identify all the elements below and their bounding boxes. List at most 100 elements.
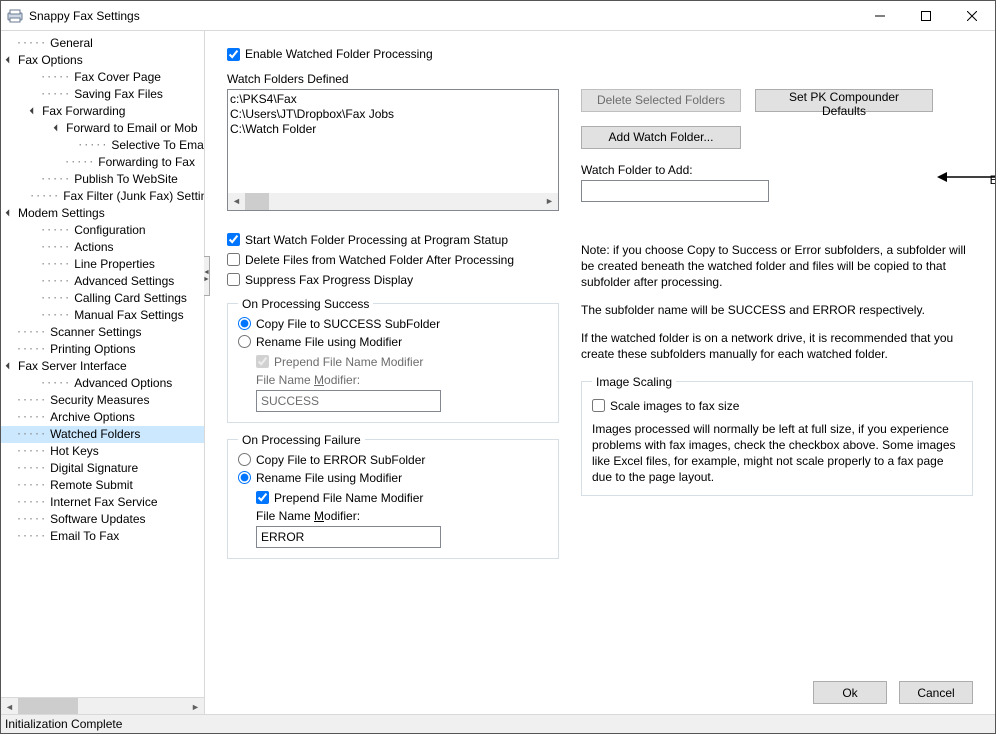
tree-item[interactable]: ·····Internet Fax Service <box>1 494 204 511</box>
tree-item[interactable]: ·····Email To Fax <box>1 528 204 545</box>
success-copy-input[interactable] <box>238 317 251 330</box>
folder-list-item[interactable]: C:\Watch Folder <box>230 122 556 137</box>
tree-item-label: Scanner Settings <box>48 324 141 341</box>
failure-rename-input[interactable] <box>238 471 251 484</box>
tree-item-label: Fax Forwarding <box>40 103 125 120</box>
tree-item[interactable]: ·····Watched Folders <box>1 426 204 443</box>
scale-images-label: Scale images to fax size <box>610 399 739 413</box>
success-rename-radio[interactable]: Rename File using Modifier <box>238 335 548 349</box>
tree-toggle-icon[interactable] <box>51 120 62 137</box>
cancel-button[interactable]: Cancel <box>899 681 973 704</box>
delete-selected-folders-button[interactable]: Delete Selected Folders <box>581 89 741 112</box>
failure-prepend-label: Prepend File Name Modifier <box>274 491 423 505</box>
tree-item[interactable]: ·····Saving Fax Files <box>1 86 204 103</box>
success-copy-radio[interactable]: Copy File to SUCCESS SubFolder <box>238 317 548 331</box>
tree-item[interactable]: ·····Line Properties <box>1 256 204 273</box>
tree-item-label: Fax Server Interface <box>16 358 127 375</box>
tree-item[interactable]: ·····Advanced Settings <box>1 273 204 290</box>
tree-item[interactable]: ·····Calling Card Settings <box>1 290 204 307</box>
tree-toggle-icon[interactable] <box>3 52 14 69</box>
tree-item[interactable]: ·····Archive Options <box>1 409 204 426</box>
scroll-right-button[interactable]: ► <box>187 698 204 714</box>
tree-item[interactable]: ·····Configuration <box>1 222 204 239</box>
watch-folder-to-add-input[interactable] <box>581 180 769 202</box>
success-prepend-checkbox: Prepend File Name Modifier <box>256 355 548 369</box>
tree-item-label: Line Properties <box>72 256 155 273</box>
scale-images-checkbox[interactable]: Scale images to fax size <box>592 399 962 413</box>
ok-button[interactable]: Ok <box>813 681 887 704</box>
tree-item[interactable]: ·····Advanced Options <box>1 375 204 392</box>
tree-item[interactable]: Fax Forwarding <box>1 103 204 120</box>
tree-item-label: Software Updates <box>48 511 145 528</box>
tree-item[interactable]: ·····Digital Signature <box>1 460 204 477</box>
image-scaling-group: Image Scaling Scale images to fax size I… <box>581 375 973 497</box>
scroll-thumb[interactable] <box>245 193 269 210</box>
tree-item[interactable]: ·····Printing Options <box>1 341 204 358</box>
failure-prepend-input[interactable] <box>256 491 269 504</box>
enable-watched-folder-input[interactable] <box>227 48 240 61</box>
failure-copy-input[interactable] <box>238 453 251 466</box>
start-at-startup-input[interactable] <box>227 233 240 246</box>
failure-modifier-input[interactable] <box>256 526 441 548</box>
scroll-right-button[interactable]: ► <box>541 193 558 210</box>
tree-item[interactable]: Fax Server Interface <box>1 358 204 375</box>
delete-after-processing-input[interactable] <box>227 253 240 266</box>
tree-item-label: Email To Fax <box>48 528 119 545</box>
scroll-left-button[interactable]: ◄ <box>228 193 245 210</box>
minimize-button[interactable] <box>857 1 903 31</box>
tree-item[interactable]: ·····Remote Submit <box>1 477 204 494</box>
enable-watched-folder-checkbox[interactable]: Enable Watched Folder Processing <box>227 47 433 61</box>
tree-item-label: Actions <box>72 239 113 256</box>
failure-rename-radio[interactable]: Rename File using Modifier <box>238 471 548 485</box>
tree-toggle-icon[interactable] <box>3 205 14 222</box>
enable-watched-folder-label: Enable Watched Folder Processing <box>245 47 433 61</box>
tree-item[interactable]: ·····Forwarding to Fax <box>1 154 204 171</box>
tree-item[interactable]: Fax Options <box>1 52 204 69</box>
delete-after-processing-checkbox[interactable]: Delete Files from Watched Folder After P… <box>227 253 559 267</box>
tree-item[interactable]: ·····Manual Fax Settings <box>1 307 204 324</box>
scroll-thumb[interactable] <box>18 698 78 714</box>
tree-item-label: Printing Options <box>48 341 135 358</box>
tree-item[interactable]: ·····Hot Keys <box>1 443 204 460</box>
tree-item[interactable]: Modem Settings <box>1 205 204 222</box>
scale-images-input[interactable] <box>592 399 605 412</box>
success-copy-label: Copy File to SUCCESS SubFolder <box>256 317 440 331</box>
success-rename-label: Rename File using Modifier <box>256 335 402 349</box>
suppress-progress-checkbox[interactable]: Suppress Fax Progress Display <box>227 273 559 287</box>
tree-item[interactable]: ·····Fax Cover Page <box>1 69 204 86</box>
tree-item[interactable]: ·····Fax Filter (Junk Fax) Settin <box>1 188 204 205</box>
tree-item-label: Calling Card Settings <box>72 290 187 307</box>
failure-copy-label: Copy File to ERROR SubFolder <box>256 453 425 467</box>
set-pk-compounder-defaults-button[interactable]: Set PK Compounder Defaults <box>755 89 933 112</box>
maximize-button[interactable] <box>903 1 949 31</box>
tree-horizontal-scrollbar[interactable]: ◄ ► <box>1 697 204 714</box>
tree-item[interactable]: ·····Software Updates <box>1 511 204 528</box>
success-rename-input[interactable] <box>238 335 251 348</box>
tree-item[interactable]: ·····Actions <box>1 239 204 256</box>
failure-copy-radio[interactable]: Copy File to ERROR SubFolder <box>238 453 548 467</box>
tree-item[interactable]: ·····Security Measures <box>1 392 204 409</box>
on-failure-legend: On Processing Failure <box>238 433 365 447</box>
add-watch-folder-button[interactable]: Add Watch Folder... <box>581 126 741 149</box>
tree-item[interactable]: ·····General <box>1 35 204 52</box>
listbox-horizontal-scrollbar[interactable]: ◄ ► <box>228 193 558 210</box>
hint-arrow-icon <box>935 169 995 221</box>
tree-item[interactable]: ·····Selective To Email or <box>1 137 204 154</box>
failure-prepend-checkbox[interactable]: Prepend File Name Modifier <box>256 491 548 505</box>
tree-item-label: Fax Filter (Junk Fax) Settin <box>61 188 204 205</box>
tree-toggle-icon[interactable] <box>3 358 14 375</box>
tree-item[interactable]: ·····Scanner Settings <box>1 324 204 341</box>
suppress-progress-input[interactable] <box>227 273 240 286</box>
watch-folders-listbox[interactable]: c:\PKS4\FaxC:\Users\JT\Dropbox\Fax JobsC… <box>227 89 559 211</box>
close-button[interactable] <box>949 1 995 31</box>
tree-item[interactable]: Forward to Email or Mob <box>1 120 204 137</box>
scroll-left-button[interactable]: ◄ <box>1 698 18 714</box>
start-at-startup-checkbox[interactable]: Start Watch Folder Processing at Program… <box>227 233 559 247</box>
start-at-startup-label: Start Watch Folder Processing at Program… <box>245 233 508 247</box>
folder-list-item[interactable]: C:\Users\JT\Dropbox\Fax Jobs <box>230 107 556 122</box>
tree-item[interactable]: ·····Publish To WebSite <box>1 171 204 188</box>
tree-item-label: Watched Folders <box>48 426 140 443</box>
folder-list-item[interactable]: c:\PKS4\Fax <box>230 92 556 107</box>
settings-tree[interactable]: ·····GeneralFax Options ·····Fax Cover P… <box>1 31 204 697</box>
tree-toggle-icon[interactable] <box>27 103 38 120</box>
